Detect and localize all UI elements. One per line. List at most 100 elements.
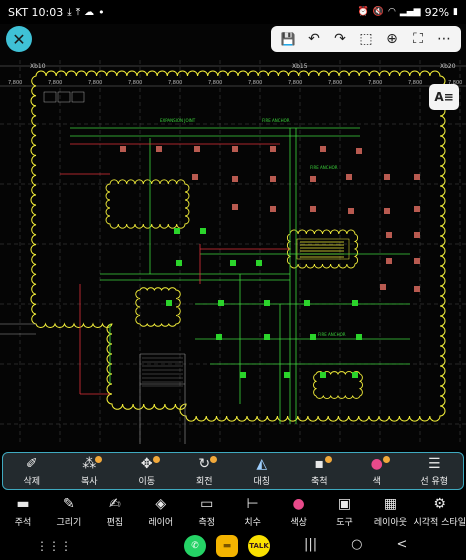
fixture-square bbox=[156, 146, 162, 152]
battery-icon: ▮ bbox=[453, 7, 458, 17]
zoom-button[interactable]: ⊕ bbox=[380, 28, 404, 50]
dimension-value: 7,800 bbox=[408, 80, 422, 86]
fixture-square bbox=[346, 174, 352, 180]
pro-badge bbox=[152, 456, 160, 463]
menu-item-label: 측정 bbox=[198, 518, 215, 528]
dimension-value: 7,800 bbox=[288, 80, 302, 86]
menu-item-dimension[interactable]: ⊢ 치수 bbox=[230, 492, 276, 532]
label-box bbox=[43, 91, 57, 103]
dimension-value: 7,800 bbox=[8, 80, 22, 86]
fixture-square bbox=[232, 176, 238, 182]
edit-tool-copy[interactable]: ⁂ 복사 bbox=[61, 453, 119, 489]
menu-item-comment[interactable]: ▬ 주석 bbox=[0, 492, 46, 532]
edit-tool-label: 색 bbox=[372, 476, 381, 487]
fullscreen-button[interactable]: ⛶ bbox=[406, 28, 430, 50]
edit-tool-rotate[interactable]: ↻ 회전 bbox=[176, 453, 234, 489]
equipment-square bbox=[310, 334, 316, 340]
equipment-square bbox=[240, 372, 246, 378]
fixture-square bbox=[310, 206, 316, 212]
undo-icon: ↶ bbox=[308, 31, 320, 47]
undo-button[interactable]: ↶ bbox=[302, 28, 326, 50]
pro-badge bbox=[210, 456, 217, 463]
recents-button[interactable]: ||| bbox=[304, 537, 317, 552]
select-button[interactable]: ⬚ bbox=[354, 28, 378, 50]
back-button[interactable]: < bbox=[396, 537, 407, 552]
equipment-square bbox=[230, 260, 236, 266]
pipe-annotation: EXPANSION JOINT bbox=[160, 118, 196, 123]
pro-badge bbox=[95, 456, 102, 463]
save-icon: 💾 bbox=[280, 32, 296, 46]
kakaotalk-icon[interactable]: TALK bbox=[248, 535, 270, 557]
edit-tool-label: 복사 bbox=[80, 476, 98, 487]
pro-badge bbox=[325, 456, 332, 463]
grid-label: Xb10 bbox=[30, 63, 46, 70]
edit-tool-eraser[interactable]: ✐ 삭제 bbox=[3, 453, 61, 489]
comment-icon: ▬ bbox=[16, 496, 30, 512]
fixture-square bbox=[192, 174, 198, 180]
pipe-annotation: FIRE ANCHOR bbox=[262, 118, 290, 123]
dimension-value: 7,800 bbox=[88, 80, 102, 86]
edit-tool-linetype[interactable]: ☰ 선 유형 bbox=[406, 453, 464, 489]
fixture-square bbox=[414, 206, 420, 212]
equipment-square bbox=[200, 228, 206, 234]
equipment-square bbox=[356, 334, 362, 340]
whatsapp-icon[interactable]: ✆ bbox=[184, 535, 206, 557]
alarm-icon: ⏰ bbox=[357, 7, 369, 17]
more-button[interactable]: ⋯ bbox=[432, 28, 456, 50]
menu-item-edit[interactable]: ✍ 편집 bbox=[92, 492, 138, 532]
menu-item-layout[interactable]: ▦ 레이아웃 bbox=[368, 492, 414, 532]
rotate-icon: ↻ bbox=[198, 455, 211, 472]
menu-item-toolbox[interactable]: ▣ 도구 bbox=[322, 492, 368, 532]
menu-item-visual-style[interactable]: ⚙ 시각적 스타일 bbox=[413, 492, 466, 532]
drawing-svg[interactable]: Xb10 Xb15 Xb20 7,800 7,800 7,800 7,800 7,800 7,8… bbox=[0, 24, 466, 450]
dimension-value: 7,800 bbox=[248, 80, 262, 86]
menu-item-label: 편집 bbox=[106, 518, 124, 528]
redo-button[interactable]: ↷ bbox=[328, 28, 352, 50]
edit-tool-mirror[interactable]: ◭ 대칭 bbox=[233, 453, 291, 489]
edit-tool-color[interactable]: ● 색 bbox=[348, 453, 406, 489]
menu-item-label: 시각적 스타일 bbox=[413, 518, 466, 528]
menu-item-ruler[interactable]: ▭ 측정 bbox=[184, 492, 230, 532]
equipment-square bbox=[174, 228, 180, 234]
close-button[interactable]: ✕ bbox=[6, 26, 32, 52]
edit-tool-label: 축척 bbox=[310, 476, 328, 487]
fixture-square bbox=[384, 208, 390, 214]
layout-icon: ▦ bbox=[383, 496, 398, 512]
drawing-canvas[interactable]: Xb10 Xb15 Xb20 7,800 7,800 7,800 7,800 7,800 7,8… bbox=[0, 24, 466, 450]
nav-keys: ||| ○ < bbox=[304, 537, 407, 552]
fixture-square bbox=[384, 174, 390, 180]
menu-item-label: 주석 bbox=[14, 518, 32, 528]
home-button[interactable]: ○ bbox=[351, 537, 362, 552]
pipe-annotation: FIRE ANCHOR bbox=[318, 332, 346, 337]
menu-item-label: 레이어 bbox=[148, 518, 174, 528]
cloud-icon: ☁ bbox=[84, 6, 95, 18]
edit-tool-label: 대칭 bbox=[253, 476, 271, 487]
app-grid-icon[interactable]: ⋮⋮⋮ bbox=[36, 539, 72, 553]
menu-item-layers[interactable]: ◈ 레이어 bbox=[138, 492, 184, 532]
main-menu: ▬ 주석 ✎ 그리기 ✍ 편집 ◈ 레이어 ▭ 측정 ⊢ 치수 ● 색상 ▣ 도구 ▦ 레이아웃 ⚙ 시각적 스타일 bbox=[0, 492, 466, 532]
save-button[interactable]: 💾 bbox=[276, 28, 300, 50]
edit-tool-label: 이동 bbox=[138, 476, 156, 487]
fixture-square bbox=[414, 286, 420, 292]
fixture-square bbox=[356, 148, 362, 154]
pro-badge bbox=[382, 456, 390, 463]
dimension-icon: ⊢ bbox=[246, 496, 259, 512]
files-icon[interactable]: ▬ bbox=[216, 535, 238, 557]
edit-tool-move[interactable]: ✥ 이동 bbox=[118, 453, 176, 489]
menu-item-pencil[interactable]: ✎ 그리기 bbox=[46, 492, 92, 532]
top-toolbar: 💾 ↶ ↷ ⬚ ⊕ ⛶ ⋯ bbox=[271, 26, 461, 52]
edit-tool-scale[interactable]: ▪ 축척 bbox=[291, 453, 349, 489]
color-icon: ● bbox=[370, 455, 383, 472]
status-bar: SKT 10:03 ⤓ ⤒ ☁ • ⏰ 🔇 ◠ ▂▄▆ 92% ▮ bbox=[0, 0, 466, 24]
scale-icon: ▪ bbox=[314, 455, 325, 472]
toolbox-icon: ▣ bbox=[337, 496, 352, 512]
edit-icon: ✍ bbox=[108, 496, 121, 512]
linetype-icon: ☰ bbox=[427, 455, 441, 472]
fixture-square bbox=[120, 146, 126, 152]
equipment-square bbox=[216, 334, 222, 340]
layer-toggle-button[interactable]: A≡ bbox=[429, 84, 459, 110]
dock: ✆ ▬ TALK bbox=[184, 535, 270, 557]
equipment-square bbox=[284, 372, 290, 378]
redo-icon: ↷ bbox=[334, 31, 346, 47]
menu-item-palette[interactable]: ● 색상 bbox=[276, 492, 322, 532]
